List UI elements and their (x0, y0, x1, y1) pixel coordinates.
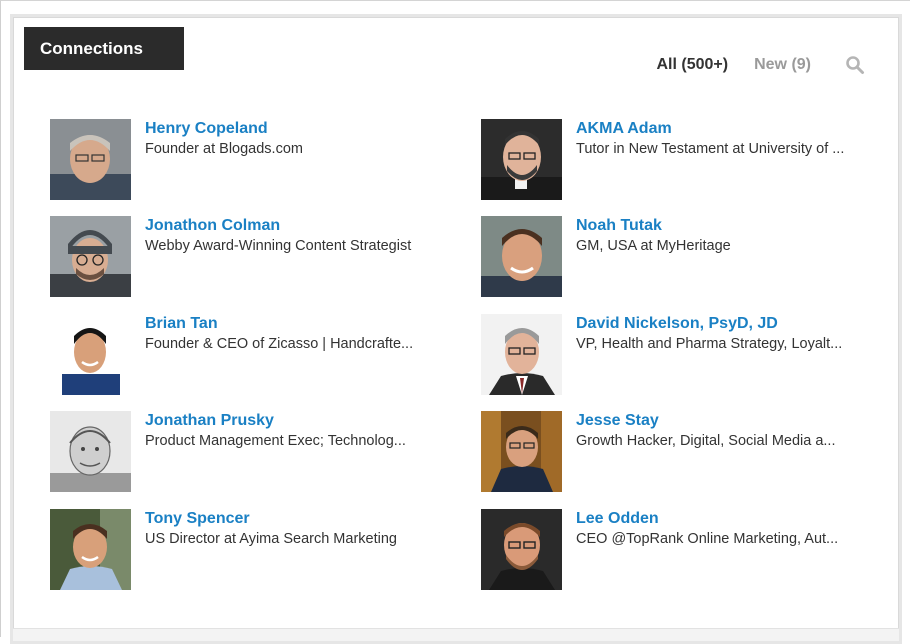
connection-headline: US Director at Ayima Search Marketing (145, 531, 397, 547)
filter-new-link[interactable]: New (9) (754, 56, 811, 74)
avatar[interactable] (481, 411, 562, 492)
card-footer (13, 628, 899, 641)
connection-item: Tony Spencer US Director at Ayima Search… (50, 509, 457, 590)
search-icon[interactable] (845, 55, 865, 75)
connection-item: Jonathon Colman Webby Award-Winning Cont… (50, 216, 457, 297)
connection-name[interactable]: Noah Tutak (576, 216, 888, 236)
connection-item: David Nickelson, PsyD, JD VP, Health and… (481, 314, 888, 395)
avatar[interactable] (481, 509, 562, 590)
connection-name[interactable]: AKMA Adam (576, 119, 888, 139)
connection-item: Henry Copeland Founder at Blogads.com (50, 119, 457, 200)
avatar[interactable] (50, 314, 131, 395)
connection-item: Noah Tutak GM, USA at MyHeritage (481, 216, 888, 297)
avatar[interactable] (50, 411, 131, 492)
connection-item: AKMA Adam Tutor in New Testament at Univ… (481, 119, 888, 200)
connection-headline: Product Management Exec; Technolog... (145, 433, 406, 449)
avatar[interactable] (481, 216, 562, 297)
connection-name[interactable]: Brian Tan (145, 314, 457, 334)
connection-name[interactable]: Jonathan Prusky (145, 411, 457, 431)
connections-card: Connections All (500+) New (9) Henry Cop… (10, 14, 902, 644)
connection-headline: Tutor in New Testament at University of … (576, 141, 845, 157)
filter-all-link[interactable]: All (500+) (657, 56, 729, 74)
connection-item: Jonathan Prusky Product Management Exec;… (50, 411, 457, 492)
connection-name[interactable]: David Nickelson, PsyD, JD (576, 314, 888, 334)
filter-bar: All (500+) New (9) (657, 55, 866, 75)
avatar[interactable] (50, 216, 131, 297)
connection-name[interactable]: Jonathon Colman (145, 216, 457, 236)
connection-item: Brian Tan Founder & CEO of Zicasso | Han… (50, 314, 457, 395)
connection-name[interactable]: Henry Copeland (145, 119, 457, 139)
connection-headline: Founder & CEO of Zicasso | Handcrafte... (145, 336, 414, 352)
avatar[interactable] (481, 314, 562, 395)
avatar[interactable] (481, 119, 562, 200)
connection-headline: Founder at Blogads.com (145, 141, 303, 157)
connection-name[interactable]: Lee Odden (576, 509, 888, 529)
avatar[interactable] (50, 119, 131, 200)
avatar[interactable] (50, 509, 131, 590)
header-title: Connections (40, 39, 143, 58)
connection-headline: CEO @TopRank Online Marketing, Aut... (576, 531, 839, 547)
connection-name[interactable]: Jesse Stay (576, 411, 888, 431)
connections-header: Connections (24, 27, 184, 70)
connection-item: Jesse Stay Growth Hacker, Digital, Socia… (481, 411, 888, 492)
connection-item: Lee Odden CEO @TopRank Online Marketing,… (481, 509, 888, 590)
connection-headline: Growth Hacker, Digital, Social Media a..… (576, 433, 836, 449)
connection-name[interactable]: Tony Spencer (145, 509, 457, 529)
connection-headline: VP, Health and Pharma Strategy, Loyalt..… (576, 336, 843, 352)
connection-headline: Webby Award-Winning Content Strategist (145, 238, 412, 254)
connection-headline: GM, USA at MyHeritage (576, 238, 731, 254)
